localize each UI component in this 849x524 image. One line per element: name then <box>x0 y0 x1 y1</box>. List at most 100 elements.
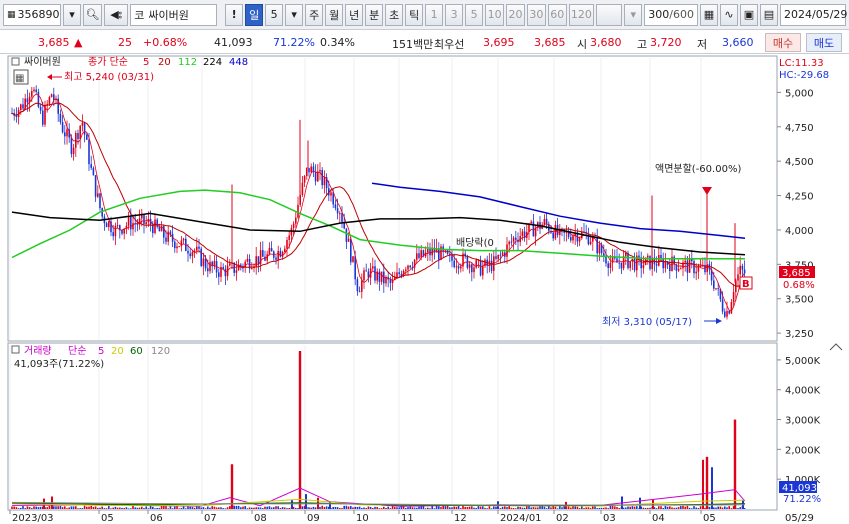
candle-body <box>341 213 343 222</box>
candle-body <box>350 238 352 263</box>
volume-bar <box>639 497 641 509</box>
volume-bar <box>61 507 64 509</box>
volume-bar <box>572 506 574 509</box>
chevron-up-icon[interactable] <box>829 343 843 351</box>
volume-bar <box>105 508 108 509</box>
candle-body <box>497 254 499 259</box>
volume-bar <box>147 508 150 509</box>
volume-bar <box>33 506 35 509</box>
candle-body <box>15 115 18 117</box>
volume-bar <box>268 506 271 509</box>
candle-body <box>292 223 295 229</box>
volume-bar <box>719 506 722 509</box>
lc-value: LC:11.33 <box>779 58 824 69</box>
volume-bar <box>240 507 242 509</box>
table-icon[interactable]: ▦ <box>15 73 24 84</box>
svg-text:41,093: 41,093 <box>782 483 817 494</box>
candle-body <box>275 257 277 260</box>
volume-bar <box>235 505 238 509</box>
candle-body <box>88 139 90 165</box>
candle-body <box>495 256 497 259</box>
candle-body <box>545 218 548 224</box>
candle-body <box>664 261 667 269</box>
volume-bar <box>526 506 528 509</box>
volume-bar <box>534 507 537 509</box>
candle-body <box>552 232 554 239</box>
volume-spike <box>298 350 302 509</box>
hc-value: HC:-29.68 <box>779 70 829 81</box>
volume-bar <box>284 507 286 509</box>
candle-body <box>479 259 482 276</box>
legend-ma224: 224 <box>203 57 222 68</box>
volume-bar <box>174 506 176 509</box>
price-tick-label: 3,500 <box>785 295 814 306</box>
candle-body <box>39 106 42 111</box>
volume-bar <box>462 505 464 509</box>
volume-bar <box>684 506 686 509</box>
volume-bar <box>508 505 510 509</box>
candle-body <box>724 311 726 317</box>
candle-body <box>26 98 29 103</box>
volume-bar <box>169 506 172 509</box>
volume-bar <box>561 507 563 509</box>
candle-body <box>352 256 354 263</box>
volume-bar <box>358 506 361 509</box>
volume-bar <box>20 507 22 509</box>
volume-bar <box>636 506 638 509</box>
volume-bar <box>567 506 570 509</box>
svg-text:최고 5,240 (03/31): 최고 5,240 (03/31) <box>64 71 154 83</box>
price-chart[interactable]: 싸이버원 종가 단순 5 20 112 224 448 ▦ LC:11.33 H… <box>0 0 849 524</box>
volume-bar <box>218 507 220 509</box>
candle-body <box>460 266 462 269</box>
volume-bar <box>79 508 81 509</box>
candle-body <box>66 129 68 137</box>
volume-bar <box>207 506 209 509</box>
candle-body <box>281 251 284 257</box>
volume-bar <box>160 505 163 509</box>
candle-body <box>398 272 400 275</box>
volume-bar <box>629 506 631 509</box>
b-marker: B <box>739 276 753 290</box>
panel-settings-icon[interactable] <box>11 345 20 354</box>
volume-bar <box>711 467 713 509</box>
volume-bar <box>607 508 609 509</box>
volume-bar <box>191 507 194 509</box>
candle-body <box>409 265 411 268</box>
volume-bar <box>405 508 407 509</box>
volume-bar <box>453 506 455 509</box>
candle-body <box>303 175 306 183</box>
volume-bar <box>28 507 31 509</box>
candle-body <box>695 271 697 274</box>
volume-bar <box>108 506 110 509</box>
volume-bar <box>556 508 559 509</box>
volume-bar <box>433 508 436 509</box>
volume-bar <box>11 506 13 509</box>
time-label: 02 <box>556 513 569 524</box>
volume-bar <box>633 506 636 509</box>
svg-text:액면분할(-60.00%): 액면분할(-60.00%) <box>655 163 741 175</box>
volume-bar <box>112 507 114 509</box>
volume-bar <box>693 506 695 509</box>
svg-text:71.22%: 71.22% <box>783 494 821 505</box>
panel-settings-icon[interactable] <box>11 57 20 66</box>
candle-body <box>688 258 691 273</box>
volume-bar <box>259 507 262 509</box>
candle-body <box>629 261 631 269</box>
candle-body <box>37 91 40 107</box>
volume-bar <box>605 507 607 509</box>
volume-bar <box>378 508 381 509</box>
candle-body <box>323 177 326 186</box>
candle-body <box>662 258 664 269</box>
volume-bar <box>270 507 273 509</box>
candle-body <box>297 204 299 218</box>
volume-bar <box>721 507 724 509</box>
candle-body <box>121 230 123 234</box>
candle-body <box>286 239 288 249</box>
volume-bar <box>332 507 334 509</box>
candle-body <box>660 255 662 259</box>
volume-bar <box>22 506 24 509</box>
volume-bar <box>618 508 620 509</box>
candle-body <box>92 167 95 176</box>
time-label: 04 <box>652 513 665 524</box>
volume-bar <box>301 506 304 509</box>
